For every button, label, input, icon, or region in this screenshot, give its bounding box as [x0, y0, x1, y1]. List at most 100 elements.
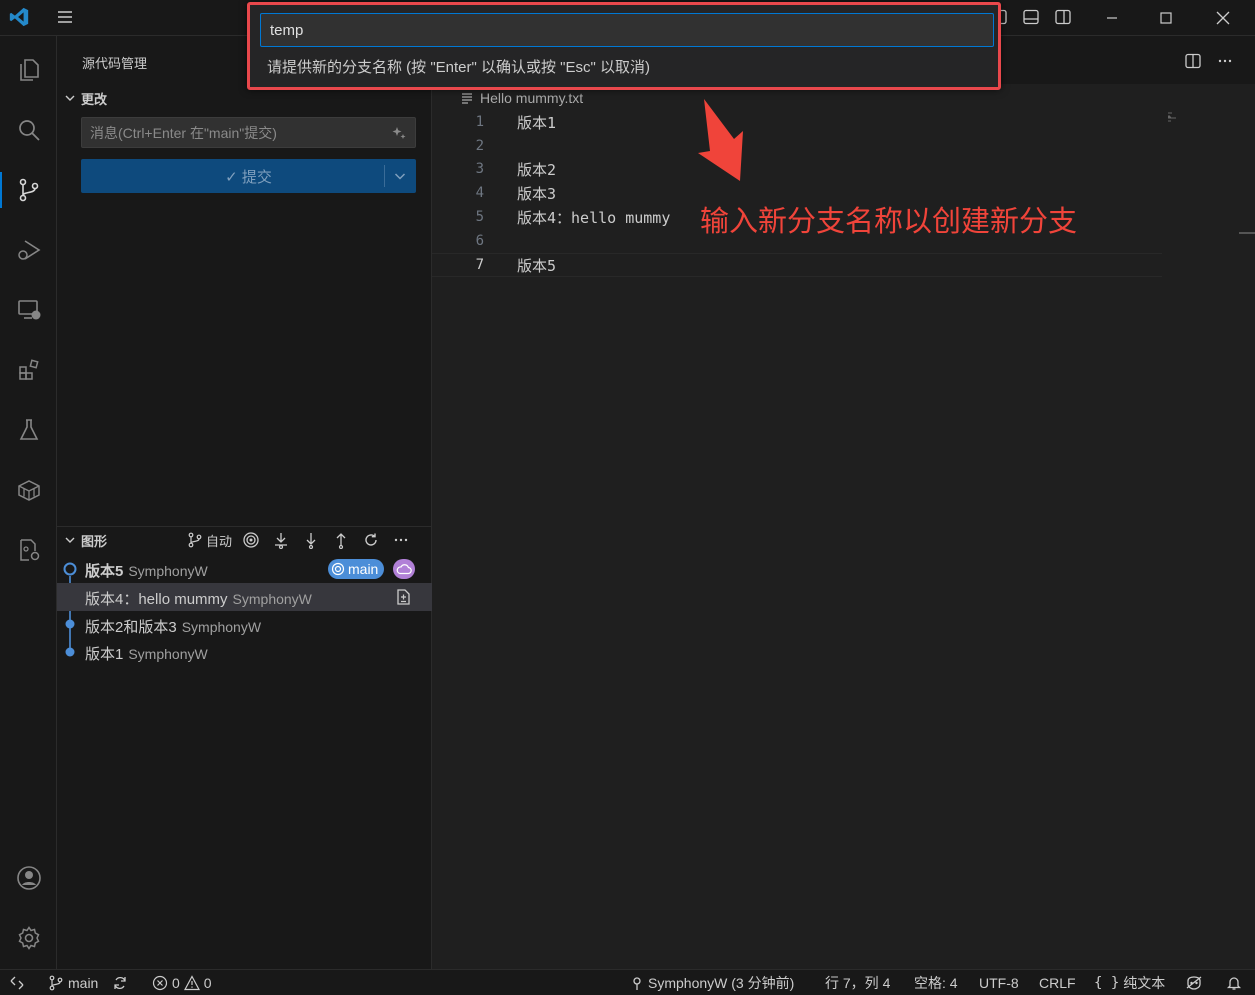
- activity-bar: [0, 36, 57, 969]
- graph-commit-row[interactable]: 版本4：hello mummy SymphonyW: [57, 583, 432, 611]
- maximize-button[interactable]: [1143, 0, 1189, 36]
- menu-icon[interactable]: [56, 8, 74, 26]
- remote-explorer-icon[interactable]: [0, 286, 57, 334]
- warning-count: 0: [203, 975, 212, 991]
- branch-badge: main: [328, 559, 385, 579]
- commit-button-label: ✓ 提交: [225, 168, 272, 186]
- annotation-text: 输入新分支名称以创建新分支: [700, 204, 1078, 238]
- testing-icon[interactable]: [0, 406, 57, 454]
- graph-auto-label: 自动: [205, 533, 232, 549]
- cursor-position[interactable]: 行 7，列 4: [825, 974, 890, 992]
- accounts-icon[interactable]: [0, 854, 57, 902]
- fetch-icon[interactable]: [266, 529, 296, 551]
- new-branch-quick-input: temp 请提供新的分支名称 (按 "Enter" 以确认或按 "Esc" 以取…: [247, 2, 1001, 90]
- status-bar: main 0 0 SymphonyW (3 分钟前) 行 7，列 4 空格: 4…: [0, 969, 1255, 995]
- warning-icon: [183, 975, 200, 991]
- commit-title-text: 版本2和版本3: [85, 619, 177, 636]
- commit-title-text: 版本1: [85, 646, 124, 663]
- more-actions-icon[interactable]: [386, 529, 416, 551]
- commit-icon: [633, 977, 641, 990]
- commit-author: SymphonyW: [232, 591, 312, 607]
- blame-status-item[interactable]: SymphonyW (3 分钟前): [630, 974, 794, 992]
- commit-author: SymphonyW: [181, 619, 262, 635]
- indentation[interactable]: 空格: 4: [914, 974, 958, 992]
- commit-message-input[interactable]: 消息(Ctrl+Enter 在"main"提交): [81, 117, 416, 148]
- remote-indicator-icon[interactable]: [9, 974, 25, 992]
- language-mode[interactable]: { } 纯文本: [1094, 974, 1165, 992]
- containers-icon[interactable]: [0, 466, 57, 514]
- search-icon[interactable]: [0, 106, 57, 154]
- line-content: 版本1: [517, 114, 557, 132]
- breadcrumb-file[interactable]: Hello mummy.txt: [480, 90, 583, 106]
- minimize-button[interactable]: [1089, 0, 1135, 36]
- vscode-logo-icon: [8, 6, 30, 28]
- line-content: 版本2: [517, 161, 557, 179]
- commit-title-text: 版本4：hello mummy: [85, 591, 228, 608]
- extension-settings-icon[interactable]: [0, 526, 57, 574]
- commit-author: SymphonyW: [128, 646, 208, 662]
- braces-icon: { }: [1094, 975, 1120, 991]
- chevron-down-icon: [63, 91, 77, 105]
- commit-message-placeholder: 消息(Ctrl+Enter 在"main"提交): [90, 124, 277, 141]
- split-editor-icon[interactable]: [1184, 52, 1202, 70]
- target-icon[interactable]: [236, 529, 266, 551]
- line-number: 3: [475, 161, 484, 177]
- commit-title: 版本5 SymphonyW: [85, 560, 208, 581]
- problems-status-item[interactable]: 0 0: [152, 974, 212, 992]
- more-actions-icon[interactable]: [1216, 52, 1234, 70]
- changes-header-label: 更改: [81, 91, 108, 107]
- target-icon: [331, 562, 345, 576]
- error-icon: [152, 975, 168, 991]
- minimap[interactable]: [1168, 112, 1186, 122]
- source-control-icon[interactable]: [0, 166, 57, 214]
- toggle-secondary-sidebar-icon[interactable]: [1054, 8, 1072, 26]
- encoding[interactable]: UTF-8: [979, 974, 1019, 992]
- branch-name-input[interactable]: temp: [260, 13, 994, 47]
- end-of-line[interactable]: CRLF: [1039, 974, 1076, 992]
- branch-icon: [49, 975, 63, 991]
- push-icon[interactable]: [326, 529, 356, 551]
- commit-title: 版本2和版本3 SymphonyW: [85, 616, 261, 637]
- line-number: 2: [475, 138, 484, 154]
- code-line[interactable]: 3 版本2: [432, 158, 1162, 182]
- sync-icon[interactable]: [112, 974, 128, 992]
- scrollbar-marker: [1239, 232, 1255, 234]
- text-file-icon: [462, 93, 472, 104]
- code-line-current[interactable]: 7 版本5: [432, 253, 1162, 277]
- line-content: 版本3: [517, 185, 557, 203]
- commit-dropdown-chevron-icon[interactable]: [392, 168, 408, 184]
- source-control-sidebar: 源代码管理 更改 消息(Ctrl+Enter 在"main"提交) ✓ 提交 图…: [57, 36, 432, 969]
- branch-status-item[interactable]: main: [48, 974, 98, 992]
- commit-button[interactable]: ✓ 提交: [81, 159, 416, 193]
- annotation-arrow: [698, 99, 743, 181]
- commit-title-text: 版本5: [85, 563, 124, 580]
- graph-commit-row[interactable]: 版本2和版本3 SymphonyW: [57, 611, 432, 639]
- run-debug-icon[interactable]: [0, 226, 57, 274]
- close-window-button[interactable]: [1200, 0, 1246, 36]
- changes-section-header[interactable]: 更改: [57, 87, 432, 109]
- refresh-icon[interactable]: [356, 529, 386, 551]
- blame-text: SymphonyW (3 分钟前): [648, 975, 795, 991]
- branch-badge-label: main: [348, 561, 379, 577]
- error-count: 0: [172, 975, 180, 991]
- pull-icon[interactable]: [296, 529, 326, 551]
- notifications-bell-icon[interactable]: [1226, 974, 1242, 992]
- code-line[interactable]: 1 版本1: [432, 111, 1162, 135]
- quick-input-message: 请提供新的分支名称 (按 "Enter" 以确认或按 "Esc" 以取消): [267, 59, 650, 76]
- breadcrumb[interactable]: Hello mummy.txt: [460, 90, 583, 106]
- graph-commit-row[interactable]: 版本5 SymphonyW main: [57, 555, 432, 583]
- cloud-icon: [393, 559, 415, 579]
- graph-auto-button[interactable]: 自动: [183, 529, 236, 551]
- commit-author: SymphonyW: [128, 563, 208, 579]
- extensions-icon[interactable]: [0, 346, 57, 394]
- editor-area: Hello mummy.txt 1 版本1 2 3 版本2 4 版本3 5 版本…: [432, 36, 1255, 969]
- graph-commit-row[interactable]: 版本1 SymphonyW: [57, 638, 432, 666]
- code-line[interactable]: 2: [432, 135, 1162, 159]
- toggle-panel-icon[interactable]: [1022, 8, 1040, 26]
- explorer-icon[interactable]: [0, 46, 57, 94]
- language-label: 纯文本: [1123, 975, 1166, 991]
- sparkle-icon[interactable]: [391, 125, 407, 141]
- copilot-icon[interactable]: [1185, 974, 1203, 992]
- open-changes-icon[interactable]: [394, 588, 412, 606]
- settings-gear-icon[interactable]: [0, 914, 57, 962]
